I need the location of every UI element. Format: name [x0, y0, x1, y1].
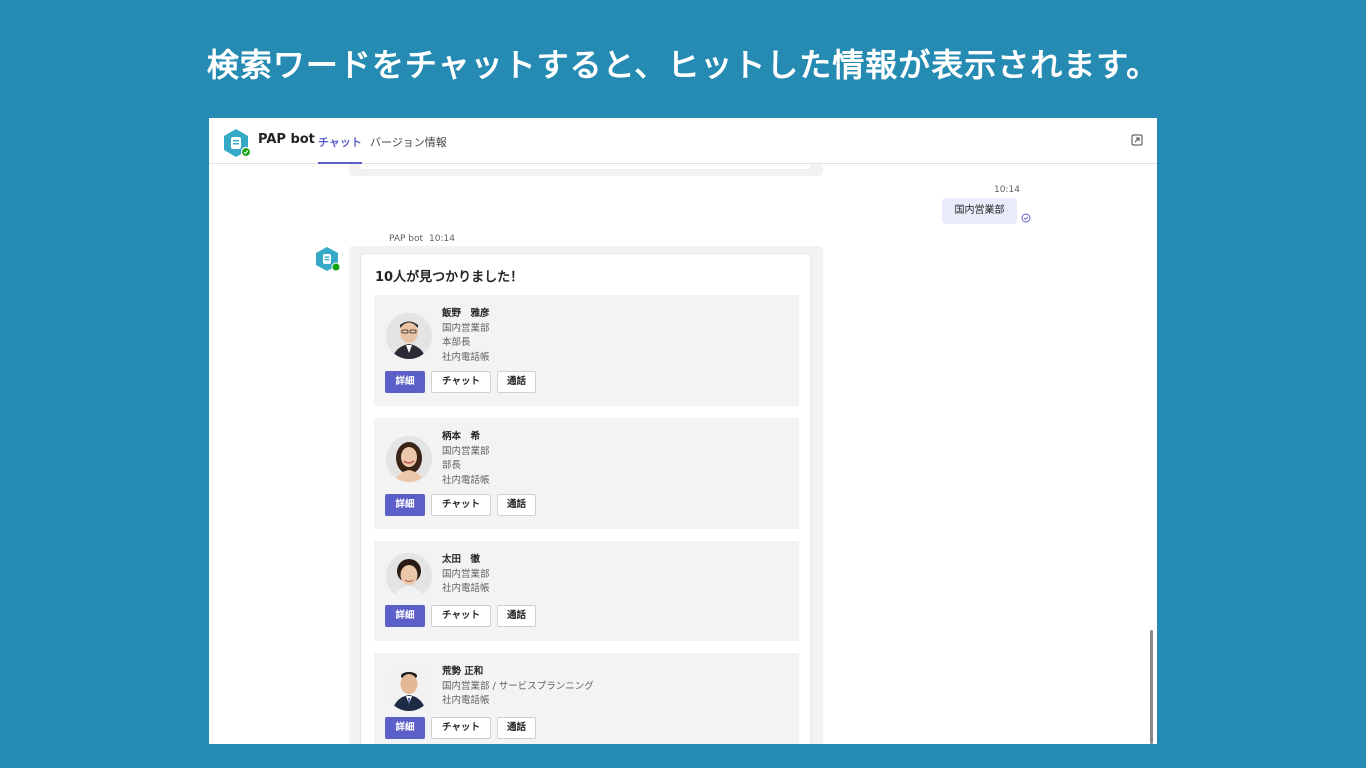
online-status-icon [240, 146, 251, 158]
details-button[interactable]: 詳細 [385, 605, 425, 627]
bot-sender-name: PAP bot [389, 234, 424, 244]
call-button[interactable]: 通話 [497, 717, 536, 739]
person-source: 社内電話帳 [442, 583, 490, 594]
person-department: 国内営業部 [442, 445, 490, 457]
person-name: 荒勢 正和 [442, 666, 484, 677]
call-button[interactable]: 通話 [497, 494, 536, 516]
bot-message-time: 10:14 [429, 234, 455, 244]
person-department: 国内営業部 [442, 568, 490, 580]
chat-button[interactable]: チャット [431, 605, 491, 627]
list-item: 柄本 希 国内営業部 部長 社内電話帳 詳細 チャット 通話 [374, 418, 799, 529]
headline: 検索ワードをチャットすると、ヒットした情報が表示されます。 [206, 46, 1160, 84]
chat-button[interactable]: チャット [431, 494, 491, 516]
person-info: 柄本 希 国内営業部 部長 社内電話帳 [442, 430, 490, 488]
person-title: 部長 [442, 460, 462, 471]
person-name: 柄本 希 [442, 431, 481, 442]
person-info: 荒勢 正和 国内営業部 / サービスプランニング 社内電話帳 [442, 665, 594, 709]
person-source: 社内電話帳 [442, 695, 490, 706]
person-info: 太田 徹 国内営業部 社内電話帳 [442, 553, 490, 597]
avatar [386, 665, 432, 711]
details-button[interactable]: 詳細 [385, 494, 425, 516]
results-title: 10人が見つかりました！ [375, 270, 524, 285]
person-name: 太田 徹 [442, 554, 481, 565]
tab-version-info[interactable]: バージョン情報 [370, 134, 447, 164]
sent-message-bubble: 国内営業部 [942, 198, 1017, 224]
tab-chat[interactable]: チャット [318, 134, 362, 164]
app-header: PAP bot チャット バージョン情報 [209, 118, 1157, 164]
bot-message-meta: PAP bot 10:14 [389, 234, 461, 244]
read-receipt-icon [1021, 213, 1031, 223]
person-department: 国内営業部 / サービスプランニング [442, 680, 594, 692]
details-button[interactable]: 詳細 [385, 717, 425, 739]
sent-message-time: 10:14 [994, 185, 1020, 195]
scrollbar[interactable] [1150, 630, 1153, 744]
app-title: PAP bot [258, 132, 315, 147]
person-name: 飯野 雅彦 [442, 308, 490, 319]
person-info: 飯野 雅彦 国内営業部 本部長 社内電話帳 [442, 307, 490, 365]
popout-icon[interactable] [1131, 134, 1143, 146]
person-source: 社内電話帳 [442, 474, 490, 486]
list-item: 荒勢 正和 国内営業部 / サービスプランニング 社内電話帳 詳細 チャット 通… [374, 653, 799, 744]
bot-avatar-icon [316, 247, 341, 272]
avatar [386, 553, 432, 599]
avatar [386, 436, 432, 482]
person-source: 社内電話帳 [442, 351, 490, 363]
chat-button[interactable]: チャット [431, 371, 491, 393]
results-card: 10人が見つかりました！ 飯野 雅彦 国内営業部 本部長 社内電話帳 詳細 チャ… [360, 253, 811, 744]
previous-card-inner [359, 164, 811, 170]
call-button[interactable]: 通話 [497, 371, 536, 393]
list-item: 飯野 雅彦 国内営業部 本部長 社内電話帳 詳細 チャット 通話 [374, 295, 799, 406]
list-item: 太田 徹 国内営業部 社内電話帳 詳細 チャット 通話 [374, 541, 799, 641]
details-button[interactable]: 詳細 [385, 371, 425, 393]
person-department: 国内営業部 [442, 322, 490, 334]
bot-logo-icon [224, 129, 251, 158]
avatar [386, 313, 432, 359]
teams-window: PAP bot チャット バージョン情報 10:14 国内営業部 PAP bot… [209, 118, 1157, 744]
person-title: 本部長 [442, 337, 471, 348]
call-button[interactable]: 通話 [497, 605, 536, 627]
chat-button[interactable]: チャット [431, 717, 491, 739]
